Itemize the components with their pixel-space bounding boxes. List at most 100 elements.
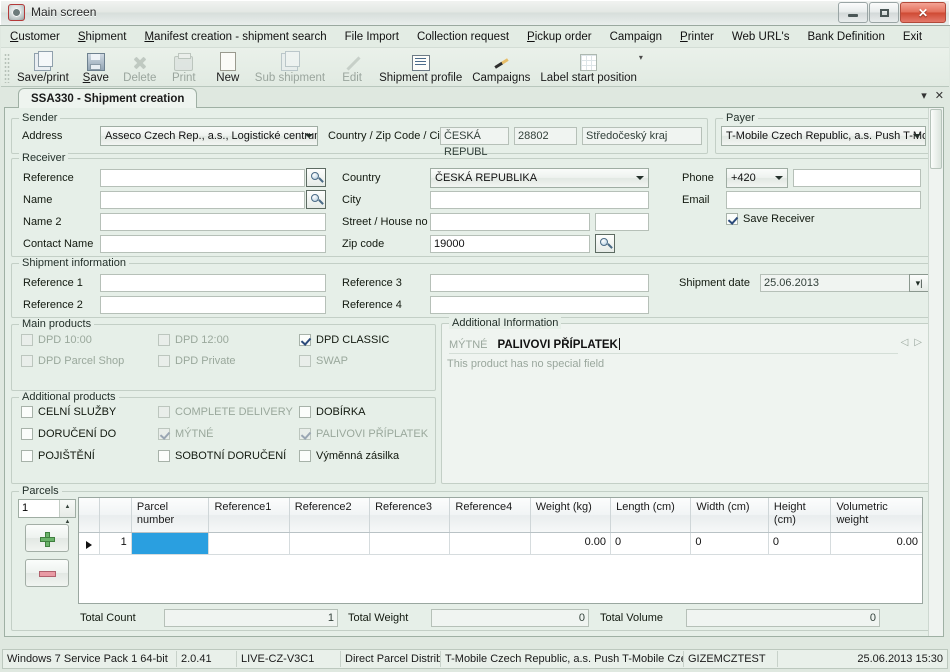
toolbar-sub-shipment-button[interactable]: Sub shipment xyxy=(250,49,330,86)
product-dpd-classic[interactable]: DPD CLASSIC xyxy=(299,334,389,346)
toolbar-edit-button[interactable]: Edit xyxy=(330,49,374,86)
parcel-count-stepper[interactable]: 1 ▲ ▲ xyxy=(18,499,76,525)
tab-close-icon[interactable]: ✕ xyxy=(935,89,944,102)
addproduct-doruceni-do[interactable]: DORUČENÍ DO xyxy=(21,428,116,440)
receiver-house-no-input[interactable] xyxy=(595,213,649,231)
cell-width[interactable]: 0 xyxy=(691,533,769,554)
receiver-phone-prefix-combo[interactable]: +420 xyxy=(726,168,788,188)
product-dpd-1000[interactable]: DPD 10:00 xyxy=(21,334,92,346)
addproduct-mytne[interactable]: MÝTNÉ xyxy=(158,428,214,440)
receiver-phone-input[interactable] xyxy=(793,169,921,187)
nav-next-icon[interactable]: ▷ xyxy=(914,337,922,348)
chevron-down-icon[interactable]: ▾ xyxy=(639,53,643,62)
menu-item-shipment[interactable]: Shipment xyxy=(69,28,136,46)
addproduct-palivovi-priplatek[interactable]: PALIVOVI PŘÍPLATEK xyxy=(299,428,428,440)
menu-item-printer[interactable]: Printer xyxy=(671,28,723,46)
receiver-reference-search-button[interactable] xyxy=(306,168,326,187)
grid-col-height[interactable]: Height (cm) xyxy=(769,498,832,532)
nav-prev-icon[interactable]: ◁ xyxy=(901,337,909,348)
addproduct-pojisteni[interactable]: POJIŠTĚNÍ xyxy=(21,450,95,462)
tab-minimize-icon[interactable]: ▾ xyxy=(921,89,927,102)
product-swap[interactable]: SWAP xyxy=(299,355,348,367)
toolbar-new-button[interactable]: New xyxy=(206,49,250,86)
grid-col-weight[interactable]: Weight (kg) xyxy=(531,498,612,532)
receiver-city-input[interactable] xyxy=(430,191,649,209)
tab-shipment-creation[interactable]: SSA330 - Shipment creation xyxy=(18,88,198,108)
grid-col-width[interactable]: Width (cm) xyxy=(691,498,769,532)
receiver-street-input[interactable] xyxy=(430,213,590,231)
toolbar-print-button[interactable]: Print xyxy=(162,49,206,86)
remove-parcel-button[interactable] xyxy=(25,559,69,587)
toolbar-delete-button[interactable]: Delete xyxy=(118,49,162,86)
stepper-arrows[interactable]: ▲ ▲ xyxy=(59,500,75,525)
addproduct-dobirka[interactable]: DOBÍRKA xyxy=(299,406,366,418)
addproduct-vymenna-zasilka[interactable]: Výměnná zásilka xyxy=(299,450,399,462)
addproduct-sobotni-doruceni[interactable]: SOBOTNÍ DORUČENÍ xyxy=(158,450,286,462)
grid-col-reference1[interactable]: Reference1 xyxy=(209,498,290,532)
cell-height[interactable]: 0 xyxy=(769,533,832,554)
receiver-name-search-button[interactable] xyxy=(306,190,326,209)
cell-reference1[interactable] xyxy=(209,533,290,554)
toolbar-label-start-position-button[interactable]: Label start position ▾ xyxy=(535,49,643,86)
form-scrollbar-thumb[interactable] xyxy=(930,109,942,169)
cell-reference3[interactable] xyxy=(370,533,451,554)
toolbar-save-button[interactable]: Save xyxy=(74,49,118,86)
menu-item-web-urls[interactable]: Web URL's xyxy=(723,28,799,46)
addproduct-complete-delivery[interactable]: COMPLETE DELIVERY xyxy=(158,406,293,418)
receiver-contact-name-input[interactable] xyxy=(100,235,326,253)
toolbar-save-print-button[interactable]: Save/print xyxy=(12,49,74,86)
receiver-zip-search-button[interactable] xyxy=(595,234,615,253)
grid-col-volumetric-weight[interactable]: Volumetric weight xyxy=(831,498,922,532)
menu-item-pickup-order[interactable]: Pickup order xyxy=(518,28,601,46)
ai-tab-palivovi-priplatek[interactable]: PALIVOVI PŘÍPLATEK xyxy=(498,338,620,351)
minimize-button[interactable] xyxy=(838,2,868,23)
grid-col-parcel-number[interactable]: Parcel number xyxy=(132,498,210,532)
reference2-input[interactable] xyxy=(100,296,326,314)
cell-volumetric-weight[interactable]: 0.00 xyxy=(831,533,922,554)
menu-item-customer[interactable]: CCustomerustomer xyxy=(1,28,69,46)
cell-reference2[interactable] xyxy=(290,533,370,554)
toolbar-campaigns-button[interactable]: Campaigns xyxy=(467,49,535,86)
cell-length[interactable]: 0 xyxy=(611,533,692,554)
product-dpd-private[interactable]: DPD Private xyxy=(158,355,236,367)
cell-reference4[interactable] xyxy=(450,533,531,554)
toolbar-shipment-profile-button[interactable]: Shipment profile xyxy=(374,49,467,86)
payer-combo[interactable]: T-Mobile Czech Republic, a.s. Push T-Mob… xyxy=(721,126,926,146)
addproduct-celni-sluzby[interactable]: CELNÍ SLUŽBY xyxy=(21,406,116,418)
grid-col-reference2[interactable]: Reference2 xyxy=(290,498,371,532)
close-button[interactable]: ✕ xyxy=(900,2,946,23)
reference3-input[interactable] xyxy=(430,274,649,292)
receiver-name2-input[interactable] xyxy=(100,213,326,231)
product-dpd-1200[interactable]: DPD 12:00 xyxy=(158,334,229,346)
receiver-reference-input[interactable] xyxy=(100,169,305,187)
menu-item-file-import[interactable]: File Import xyxy=(336,28,408,46)
table-row[interactable]: 1 0.00 0 0 0 0.00 xyxy=(79,533,922,555)
add-parcel-button[interactable] xyxy=(25,524,69,552)
ai-tab-mytne[interactable]: MÝTNÉ xyxy=(449,339,488,351)
shipment-date-dropdown-button[interactable]: ▾| xyxy=(909,274,929,292)
parcels-grid[interactable]: Parcel number Reference1 Reference2 Refer… xyxy=(78,497,923,604)
toolbar-grip[interactable] xyxy=(4,53,10,83)
menu-item-campaign[interactable]: Campaign xyxy=(601,28,671,46)
receiver-name-input[interactable] xyxy=(100,191,305,209)
menu-item-manifest-creation[interactable]: Manifest creation - shipment search xyxy=(135,28,335,46)
menu-item-exit[interactable]: Exit xyxy=(894,28,931,46)
shipment-date-input[interactable] xyxy=(760,274,914,292)
receiver-country-combo[interactable]: ČESKÁ REPUBLIKA xyxy=(430,168,649,188)
product-dpd-parcel-shop[interactable]: DPD Parcel Shop xyxy=(21,355,124,367)
grid-col-reference3[interactable]: Reference3 xyxy=(370,498,451,532)
receiver-email-input[interactable] xyxy=(726,191,921,209)
reference4-input[interactable] xyxy=(430,296,649,314)
receiver-zip-input[interactable] xyxy=(430,235,590,253)
save-receiver-checkbox[interactable]: Save Receiver xyxy=(726,213,815,225)
grid-col-length[interactable]: Length (cm) xyxy=(611,498,692,532)
cell-parcel-number[interactable] xyxy=(131,533,210,554)
cell-weight[interactable]: 0.00 xyxy=(531,533,611,554)
grid-col-reference4[interactable]: Reference4 xyxy=(450,498,531,532)
reference1-input[interactable] xyxy=(100,274,326,292)
menu-item-bank-definition[interactable]: Bank Definition xyxy=(798,28,893,46)
form-scrollbar[interactable] xyxy=(928,108,943,636)
sender-address-combo[interactable]: Asseco Czech Rep., a.s., Logistické cent… xyxy=(100,126,318,146)
maximize-button[interactable] xyxy=(869,2,899,23)
menu-item-collection-request[interactable]: Collection request xyxy=(408,28,518,46)
